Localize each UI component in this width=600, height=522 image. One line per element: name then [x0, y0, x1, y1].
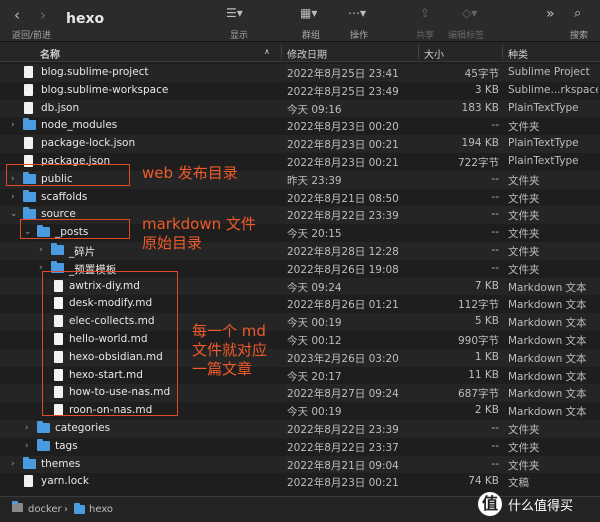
folder-icon: [23, 118, 36, 131]
col-date[interactable]: 修改日期: [287, 46, 327, 61]
tag-label: 编辑标签: [448, 31, 485, 41]
group-label: 群组: [302, 31, 321, 41]
nav-label: 返回/前进: [12, 31, 52, 41]
watermark-badge: 值: [478, 492, 502, 516]
disclosure-right-icon[interactable]: ›: [39, 245, 43, 255]
toolbar: ‹ › 返回/前进 hexo ☰▾ 显示 ▦▾ 群组 ⋯▾ 操作 ⇪ 共享 ◇▾…: [0, 0, 600, 42]
share-icon[interactable]: ⇪: [420, 6, 430, 20]
path-item-docker[interactable]: docker: [28, 504, 62, 515]
md-note-line-3: 一篇文章: [192, 360, 253, 378]
col-size[interactable]: 大小: [424, 46, 444, 61]
more-icon[interactable]: »: [546, 6, 555, 22]
file-icon: [24, 475, 33, 488]
list-item[interactable]: › themes 2022年8月21日 09:04 -- 文件夹: [0, 455, 600, 474]
list-item[interactable]: › _碎片 2022年8月28日 12:28 -- 文件夹: [0, 241, 600, 260]
sort-chevron-icon: ∧: [264, 47, 270, 56]
disclosure-down-icon[interactable]: ⌄: [10, 209, 18, 219]
folder-icon: [37, 438, 50, 451]
list-item[interactable]: › node_modules 2022年8月23日 00:20 -- 文件夹: [0, 117, 600, 135]
col-kind[interactable]: 种类: [508, 46, 528, 61]
forward-icon[interactable]: ›: [40, 6, 46, 24]
folder-icon: [23, 456, 36, 469]
window-title: hexo: [66, 11, 105, 27]
list-item[interactable]: › tags 2022年8月22日 23:37 -- 文件夹: [0, 438, 600, 456]
back-icon[interactable]: ‹: [14, 6, 20, 24]
file-icon: [24, 66, 33, 78]
drive-icon: [12, 501, 23, 512]
folder-icon: [23, 189, 36, 202]
disclosure-right-icon[interactable]: ›: [25, 441, 29, 451]
disclosure-right-icon[interactable]: ›: [11, 120, 15, 130]
list-item[interactable]: › scaffolds 2022年8月21日 08:50 -- 文件夹: [0, 189, 600, 207]
public-highlight-box: [6, 164, 130, 186]
folder-icon: [23, 207, 36, 220]
md-files-highlight-box: [42, 271, 178, 416]
md-note-line-2: 文件就对应: [192, 341, 268, 359]
md-note-line-1: 每一个 md: [192, 322, 266, 340]
disclosure-right-icon[interactable]: ›: [11, 192, 15, 202]
action-label: 操作: [350, 31, 369, 41]
disclosure-right-icon[interactable]: ›: [11, 459, 15, 469]
disclosure-right-icon[interactable]: ›: [25, 423, 29, 433]
list-item[interactable]: db.json 今天 09:16 183 KB PlainTextType: [0, 99, 600, 118]
watermark-text: 什么值得买: [508, 499, 574, 514]
posts-note-line-2: 原始目录: [142, 234, 203, 252]
watermark-logo: 值 什么值得买: [478, 490, 598, 520]
list-item[interactable]: package-lock.json 2022年8月23日 00:21 194 K…: [0, 135, 600, 153]
column-header: 名称 ∧ 修改日期 大小 种类: [0, 42, 600, 62]
tag-icon[interactable]: ◇▾: [462, 6, 477, 20]
folder-icon: [74, 503, 85, 514]
action-icon[interactable]: ⋯▾: [348, 6, 366, 20]
view-label: 显示: [230, 31, 249, 41]
file-icon: [24, 83, 33, 96]
file-icon: [24, 101, 33, 114]
path-item-hexo[interactable]: hexo: [89, 504, 113, 515]
folder-icon: [51, 242, 64, 255]
path-separator: ›: [64, 504, 68, 515]
list-item[interactable]: blog.sublime-project 2022年8月25日 23:41 45…: [0, 64, 600, 82]
search-icon[interactable]: ⌕: [574, 6, 581, 21]
search-label: 搜索: [570, 31, 589, 41]
posts-highlight-box: [20, 219, 130, 239]
group-icon[interactable]: ▦▾: [300, 6, 317, 20]
share-label: 共享: [416, 31, 435, 41]
public-note: web 发布目录: [142, 164, 238, 182]
list-view-icon[interactable]: ☰▾: [226, 6, 243, 20]
list-item[interactable]: blog.sublime-workspace 2022年8月25日 23:49 …: [0, 82, 600, 100]
list-item[interactable]: › categories 2022年8月22日 23:39 -- 文件夹: [0, 419, 600, 438]
list-item[interactable]: yarn.lock 2022年8月23日 00:21 74 KB 文稿: [0, 473, 600, 490]
folder-icon: [37, 420, 50, 433]
col-name[interactable]: 名称: [40, 46, 60, 61]
posts-note-line-1: markdown 文件: [142, 215, 256, 233]
file-icon: [24, 137, 33, 150]
